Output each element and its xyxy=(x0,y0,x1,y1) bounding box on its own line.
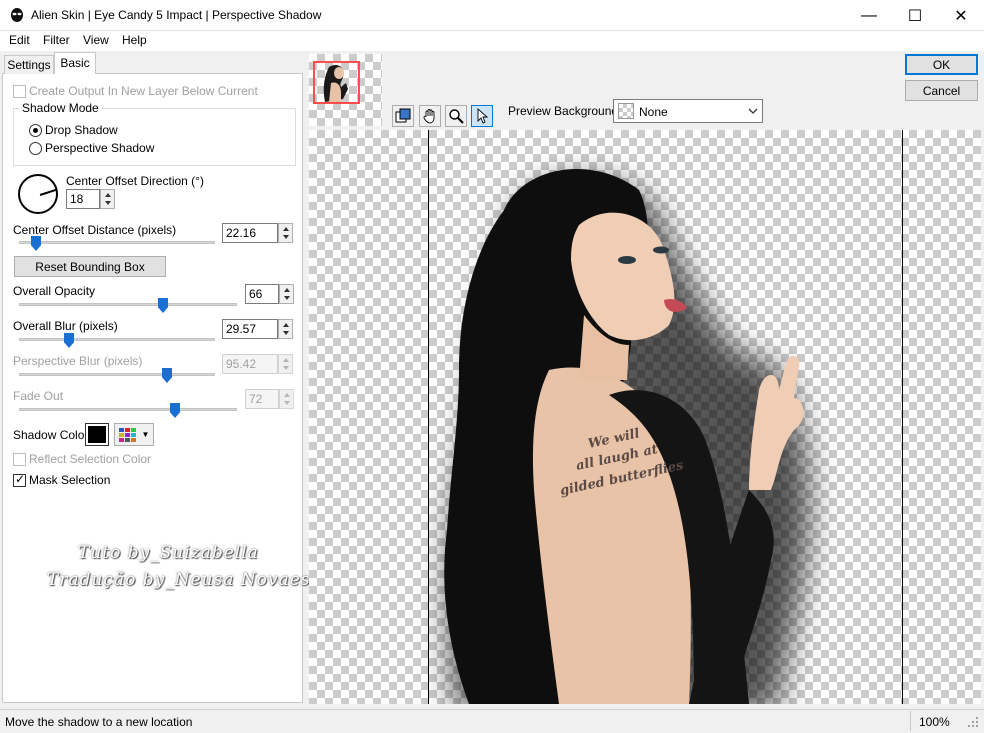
navigator-viewport-frame[interactable] xyxy=(313,61,360,104)
cancel-button[interactable]: Cancel xyxy=(905,80,978,101)
overall-opacity-spinner[interactable] xyxy=(279,284,294,304)
tab-basic[interactable]: Basic xyxy=(54,52,96,74)
overall-opacity-input[interactable]: 66 xyxy=(245,284,279,304)
menu-help[interactable]: Help xyxy=(122,33,147,47)
close-button[interactable]: ✕ xyxy=(938,0,984,31)
perspective-blur-input[interactable]: 95.42 xyxy=(222,354,278,374)
shadow-color-swatch[interactable] xyxy=(85,423,109,446)
watermark-line-2: Tradução by_Neusa Novaes xyxy=(47,570,311,590)
chevron-down-icon: ▼ xyxy=(141,430,150,439)
pointer-tool[interactable] xyxy=(471,105,493,127)
overall-blur-spinner[interactable] xyxy=(278,319,293,339)
overall-blur-input[interactable]: 29.57 xyxy=(222,319,278,339)
shadow-mode-title: Shadow Mode xyxy=(19,101,102,115)
fade-out-input[interactable]: 72 xyxy=(245,389,279,409)
overall-opacity-track[interactable] xyxy=(19,303,237,306)
drop-shadow-label: Drop Shadow xyxy=(45,123,118,137)
ok-button[interactable]: OK xyxy=(905,54,978,75)
reflect-selection-color-label: Reflect Selection Color xyxy=(29,452,152,466)
resize-grip-icon[interactable] xyxy=(966,715,980,729)
center-offset-direction-label: Center Offset Direction (°) xyxy=(66,174,204,188)
shadow-color-label: Shadow Color xyxy=(13,428,89,442)
status-divider xyxy=(910,711,911,731)
preview-background-value: None xyxy=(639,105,668,119)
color-grid-icon xyxy=(118,427,136,442)
watermark-line-1: Tuto by_Suizabella xyxy=(78,543,259,563)
mask-selection-label: Mask Selection xyxy=(29,473,111,487)
center-offset-direction-input[interactable]: 18 xyxy=(66,189,100,209)
center-offset-distance-spinner[interactable] xyxy=(278,223,293,243)
zoom-icon xyxy=(449,109,464,124)
preview-background-dropdown[interactable]: None xyxy=(613,99,763,123)
color-palette-dropdown[interactable]: ▼ xyxy=(114,423,154,446)
preview-canvas[interactable]: We will all laugh at gilded butterflies xyxy=(309,130,981,712)
thumbnail-image xyxy=(323,64,348,102)
alien-skin-icon xyxy=(11,8,23,22)
overall-blur-track[interactable] xyxy=(19,338,215,341)
reset-bounding-box-button[interactable]: Reset Bounding Box xyxy=(14,256,166,277)
direction-dial-needle xyxy=(39,188,58,196)
mask-selection-checkbox[interactable] xyxy=(13,472,26,487)
fade-out-spinner[interactable] xyxy=(279,389,294,409)
create-output-checkbox[interactable] xyxy=(13,85,26,98)
zoom-tool[interactable] xyxy=(445,105,467,127)
preview-background-label: Preview Background: xyxy=(508,104,622,118)
direction-dial[interactable] xyxy=(18,174,58,214)
tab-settings[interactable]: Settings xyxy=(4,55,54,74)
center-offset-distance-track[interactable] xyxy=(19,241,215,244)
bounding-box-right-edge[interactable] xyxy=(902,130,903,704)
center-offset-distance-input[interactable]: 22.16 xyxy=(222,223,278,243)
hand-tool[interactable] xyxy=(419,105,441,127)
overall-opacity-label: Overall Opacity xyxy=(13,284,96,298)
zoom-level: 100% xyxy=(919,715,950,729)
perspective-shadow-radio[interactable] xyxy=(29,142,42,155)
preview-image: We will all laugh at gilded butterflies xyxy=(444,168,810,712)
pointer-icon xyxy=(477,108,489,124)
menu-edit[interactable]: Edit xyxy=(9,33,30,47)
menu-view[interactable]: View xyxy=(83,33,109,47)
perspective-shadow-label: Perspective Shadow xyxy=(45,141,155,155)
create-output-label: Create Output In New Layer Below Current xyxy=(29,84,258,98)
reflect-selection-color-checkbox[interactable] xyxy=(13,453,26,466)
fade-out-track[interactable] xyxy=(19,408,237,411)
perspective-blur-track[interactable] xyxy=(19,373,215,376)
menu-bar xyxy=(0,31,984,51)
drop-shadow-radio[interactable] xyxy=(29,124,42,137)
chevron-down-icon xyxy=(748,108,758,114)
fade-out-label: Fade Out xyxy=(13,389,64,403)
navigator-icon xyxy=(395,108,411,123)
perspective-blur-spinner[interactable] xyxy=(278,354,293,374)
transparent-swatch-icon xyxy=(618,103,634,119)
overall-blur-label: Overall Blur (pixels) xyxy=(13,319,118,333)
shadow-mode-group xyxy=(13,108,296,166)
basic-panel xyxy=(2,73,303,703)
shadow-color-fill xyxy=(88,426,106,443)
window-title: Alien Skin | Eye Candy 5 Impact | Perspe… xyxy=(31,8,322,22)
center-offset-distance-label: Center Offset Distance (pixels) xyxy=(13,223,177,237)
menu-filter[interactable]: Filter xyxy=(43,33,70,47)
hand-icon xyxy=(423,109,435,124)
maximize-button[interactable]: ☐ xyxy=(892,0,938,31)
center-offset-direction-spinner[interactable] xyxy=(100,189,115,209)
status-message: Move the shadow to a new location xyxy=(5,715,193,729)
navigator-tool[interactable] xyxy=(392,105,414,127)
perspective-blur-label: Perspective Blur (pixels) xyxy=(13,354,143,368)
bounding-box-left-edge[interactable] xyxy=(428,130,429,704)
minimize-button[interactable]: — xyxy=(846,0,892,31)
